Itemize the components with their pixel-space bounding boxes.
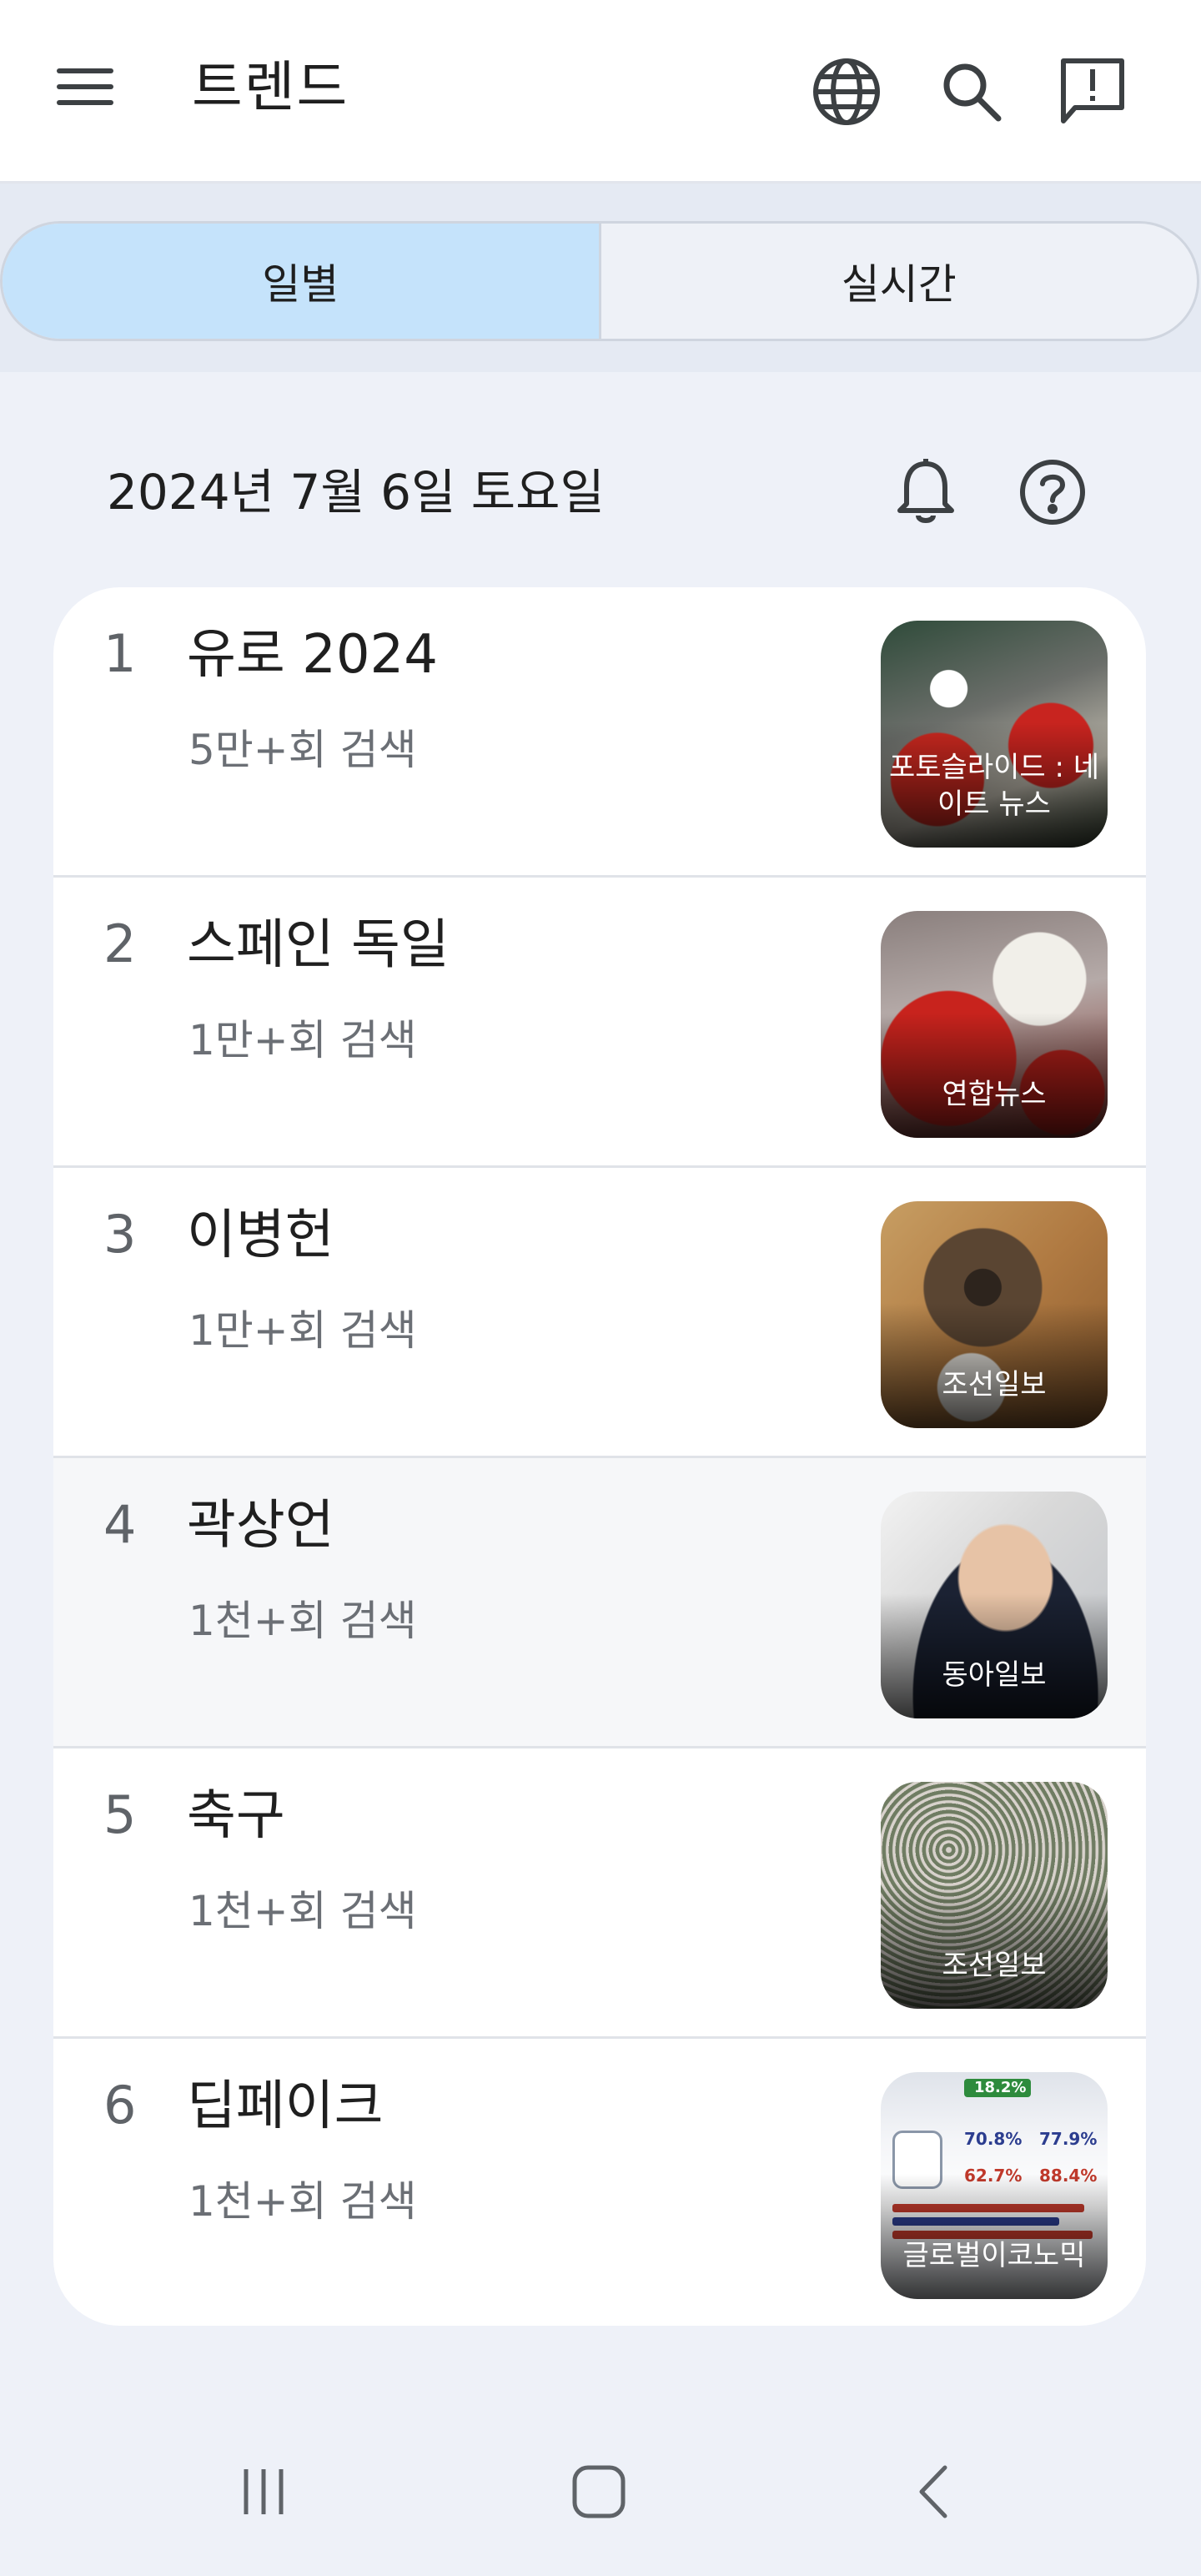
home-icon[interactable] bbox=[549, 2446, 649, 2538]
infographic-stat: 70.8% bbox=[964, 2129, 1023, 2149]
trend-term[interactable]: 유로 2024 bbox=[187, 617, 438, 692]
app-bar: 트렌드 bbox=[0, 0, 1201, 184]
trend-rank: 3 bbox=[103, 1204, 137, 1265]
tab-daily[interactable]: 일별 bbox=[3, 224, 601, 339]
bell-icon[interactable] bbox=[884, 450, 967, 534]
segmented-tabs: 일별 실시간 bbox=[0, 221, 1199, 341]
trend-item[interactable]: 2 스페인 독일 1만+회 검색 연합뉴스 bbox=[53, 878, 1146, 1168]
thumbnail-source: 글로벌이코노믹 bbox=[902, 2239, 1086, 2272]
thumbnail-source: 조선일보 bbox=[942, 1949, 1047, 1982]
infographic-stat: 18.2% bbox=[974, 2079, 1027, 2096]
thumbnail-source: 조선일보 bbox=[942, 1368, 1047, 1401]
trend-search-count: 5만+회 검색 bbox=[188, 726, 417, 774]
trend-thumbnail[interactable]: 18.2% 70.8% 77.9% 62.7% 88.4% 글로벌이코노믹 bbox=[881, 2072, 1108, 2299]
trend-term[interactable]: 이병헌 bbox=[187, 1198, 334, 1273]
trend-item[interactable]: 6 딥페이크 1천+회 검색 18.2% 70.8% 77.9% 62.7% 8… bbox=[53, 2039, 1146, 2326]
trend-term[interactable]: 곽상언 bbox=[187, 1488, 334, 1563]
thumbnail-source: 동아일보 bbox=[942, 1658, 1047, 1692]
trend-term[interactable]: 축구 bbox=[187, 1779, 285, 1854]
trend-list: 1 유로 2024 5만+회 검색 포토슬라이드 : 네이트 뉴스 2 스페인 … bbox=[53, 587, 1146, 2326]
tab-realtime[interactable]: 실시간 bbox=[601, 224, 1198, 339]
trend-rank: 5 bbox=[103, 1784, 137, 1845]
trend-search-count: 1천+회 검색 bbox=[188, 1597, 417, 1645]
trend-thumbnail[interactable]: 동아일보 bbox=[881, 1492, 1108, 1718]
thumbnail-source: 포토슬라이드 : 네이트 뉴스 bbox=[888, 751, 1100, 821]
infographic-stat: 77.9% bbox=[1039, 2129, 1098, 2149]
trend-rank: 1 bbox=[103, 623, 137, 684]
tab-bar-container: 일별 실시간 bbox=[0, 184, 1201, 372]
trend-item[interactable]: 4 곽상언 1천+회 검색 동아일보 bbox=[53, 1458, 1146, 1748]
trend-rank: 4 bbox=[103, 1494, 137, 1555]
trend-thumbnail[interactable]: 조선일보 bbox=[881, 1201, 1108, 1428]
trend-search-count: 1천+회 검색 bbox=[188, 1887, 417, 1935]
thumbnail-source: 연합뉴스 bbox=[942, 1078, 1047, 1111]
trend-search-count: 1만+회 검색 bbox=[188, 1016, 417, 1064]
trend-thumbnail[interactable]: 포토슬라이드 : 네이트 뉴스 bbox=[881, 621, 1108, 848]
recent-apps-icon[interactable] bbox=[214, 2446, 314, 2538]
feedback-icon[interactable] bbox=[1047, 50, 1138, 133]
date-label: 2024년 7월 6일 토요일 bbox=[107, 464, 605, 521]
app-title: 트렌드 bbox=[192, 55, 349, 119]
trend-item[interactable]: 3 이병헌 1만+회 검색 조선일보 bbox=[53, 1168, 1146, 1458]
system-nav-bar bbox=[0, 2412, 1201, 2576]
trend-rank: 2 bbox=[103, 913, 137, 974]
trend-term[interactable]: 스페인 독일 bbox=[187, 908, 450, 983]
back-icon[interactable] bbox=[884, 2446, 984, 2538]
trend-rank: 6 bbox=[103, 2075, 137, 2136]
trend-item[interactable]: 5 축구 1천+회 검색 조선일보 bbox=[53, 1748, 1146, 2039]
search-icon[interactable] bbox=[926, 50, 1018, 133]
trend-search-count: 1만+회 검색 bbox=[188, 1306, 417, 1355]
trend-item[interactable]: 1 유로 2024 5만+회 검색 포토슬라이드 : 네이트 뉴스 bbox=[53, 587, 1146, 878]
date-header: 2024년 7월 6일 토요일 bbox=[0, 442, 1201, 542]
help-icon[interactable] bbox=[1011, 450, 1094, 534]
trend-thumbnail[interactable]: 조선일보 bbox=[881, 1782, 1108, 2009]
trend-term[interactable]: 딥페이크 bbox=[187, 2069, 384, 2144]
trend-thumbnail[interactable]: 연합뉴스 bbox=[881, 911, 1108, 1138]
trend-search-count: 1천+회 검색 bbox=[188, 2177, 417, 2226]
globe-icon[interactable] bbox=[801, 50, 892, 133]
hamburger-menu-icon[interactable] bbox=[52, 62, 135, 128]
